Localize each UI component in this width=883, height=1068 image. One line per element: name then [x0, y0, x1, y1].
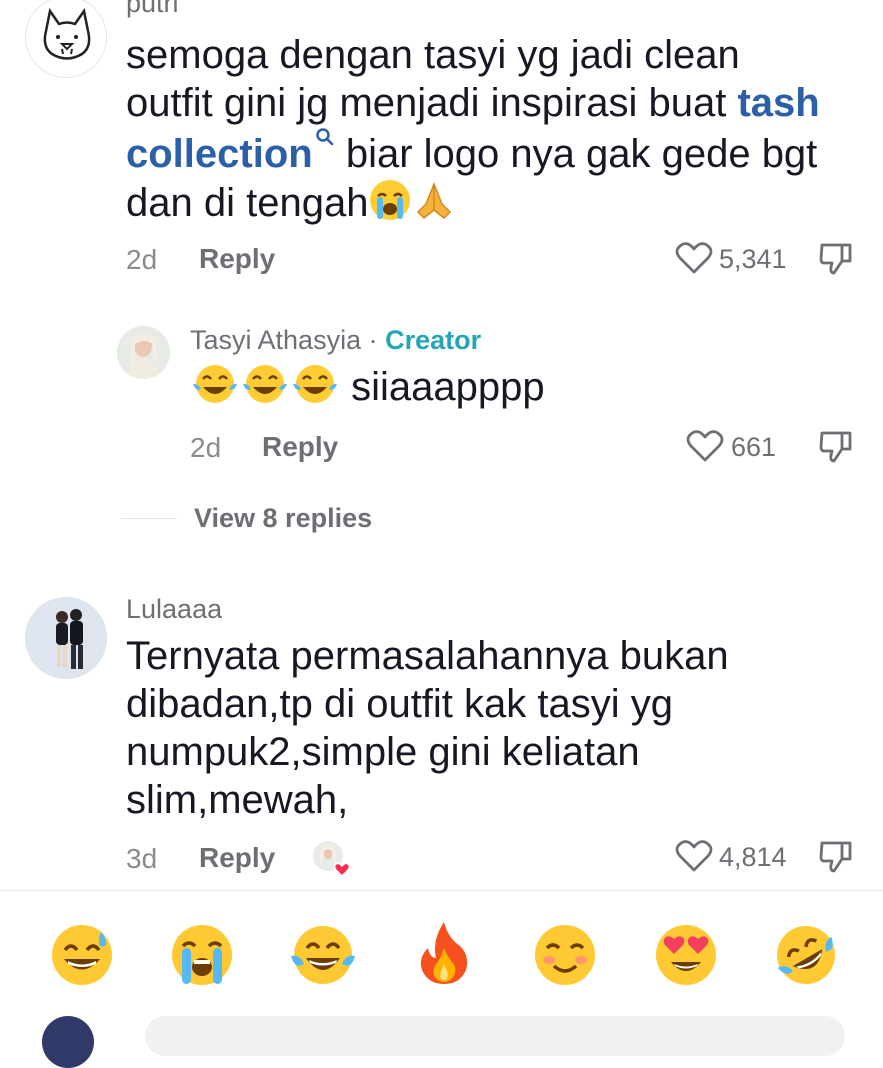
search-icon [315, 128, 333, 146]
heart-icon [686, 430, 724, 462]
creator-badge: Creator [385, 325, 482, 355]
thumbs-down-icon [819, 243, 852, 275]
thumbs-down-icon [819, 841, 852, 873]
comment-text: Ternyata permasalahannya bukan dibadan,t… [126, 634, 729, 822]
dislike-button[interactable] [818, 241, 854, 282]
tears-of-joy-emoji [240, 362, 290, 417]
like-button[interactable] [675, 241, 713, 280]
profile-photo [25, 597, 107, 679]
comment-username[interactable]: Lulaaaa [126, 594, 222, 625]
like-count: 4,814 [719, 842, 787, 872]
comment-text-part1: semoga dengan tasyi yg jadi clean outfit… [126, 33, 740, 125]
smiling-blush-icon [535, 925, 595, 985]
tears-of-joy-emoji-button[interactable] [288, 920, 358, 990]
view-replies-button[interactable]: View 8 replies [194, 503, 372, 534]
reply-button[interactable]: Reply [199, 243, 275, 275]
like-button[interactable] [675, 839, 713, 878]
tears-of-joy-icon [291, 926, 355, 984]
avatar-putri[interactable] [25, 0, 107, 78]
reply-age: 2d [190, 432, 222, 463]
loudly-crying-icon [172, 925, 232, 985]
reply-username-line: Tasyi Athasyia · Creator [190, 325, 481, 356]
comment-username[interactable]: putri [126, 0, 179, 19]
reply-text-content: siiaaapppp [351, 365, 545, 409]
tears-of-joy-emoji [190, 362, 240, 417]
avatar-lulaaaa[interactable] [25, 597, 107, 679]
comment-input[interactable] [145, 1016, 845, 1056]
cat-face-icon [26, 0, 106, 77]
fire-emoji-button[interactable] [409, 918, 479, 988]
like-button[interactable] [686, 429, 724, 468]
like-count: 661 [731, 432, 777, 462]
fire-icon [420, 922, 468, 984]
view-replies-divider [121, 518, 177, 519]
heart-eyes-emoji-button[interactable] [651, 920, 721, 990]
sweat-smile-icon [52, 925, 112, 985]
reply-button[interactable]: Reply [199, 842, 275, 874]
thumbs-down-icon [819, 431, 852, 463]
comment-age: 2d [126, 244, 158, 275]
heart-icon [675, 840, 713, 872]
avatar-tasyi[interactable] [117, 326, 170, 379]
loudly-crying-emoji [368, 178, 412, 233]
tears-of-joy-emoji [290, 362, 340, 417]
smiling-blush-emoji-button[interactable] [530, 920, 600, 990]
profile-photo [117, 326, 170, 379]
heart-eyes-icon [656, 925, 716, 985]
like-count: 5,341 [719, 244, 787, 274]
rofl-emoji-button[interactable] [771, 920, 841, 990]
dislike-button[interactable] [818, 839, 854, 880]
reply-username[interactable]: Tasyi Athasyia [190, 325, 361, 355]
folded-hands-emoji [412, 178, 456, 233]
dislike-button[interactable] [818, 429, 854, 470]
heart-icon [675, 242, 713, 274]
separator-dot: · [368, 325, 378, 355]
comment-text: semoga dengan tasyi yg jadi clean outfit… [126, 31, 826, 233]
loudly-crying-emoji-button[interactable] [167, 920, 237, 990]
comment-age: 3d [126, 843, 158, 874]
rofl-icon [777, 926, 835, 984]
reply-button[interactable]: Reply [262, 431, 338, 463]
creator-liked-badge [310, 838, 354, 878]
reply-text: siiaaapppp [190, 362, 545, 417]
sweat-smile-emoji-button[interactable] [47, 920, 117, 990]
